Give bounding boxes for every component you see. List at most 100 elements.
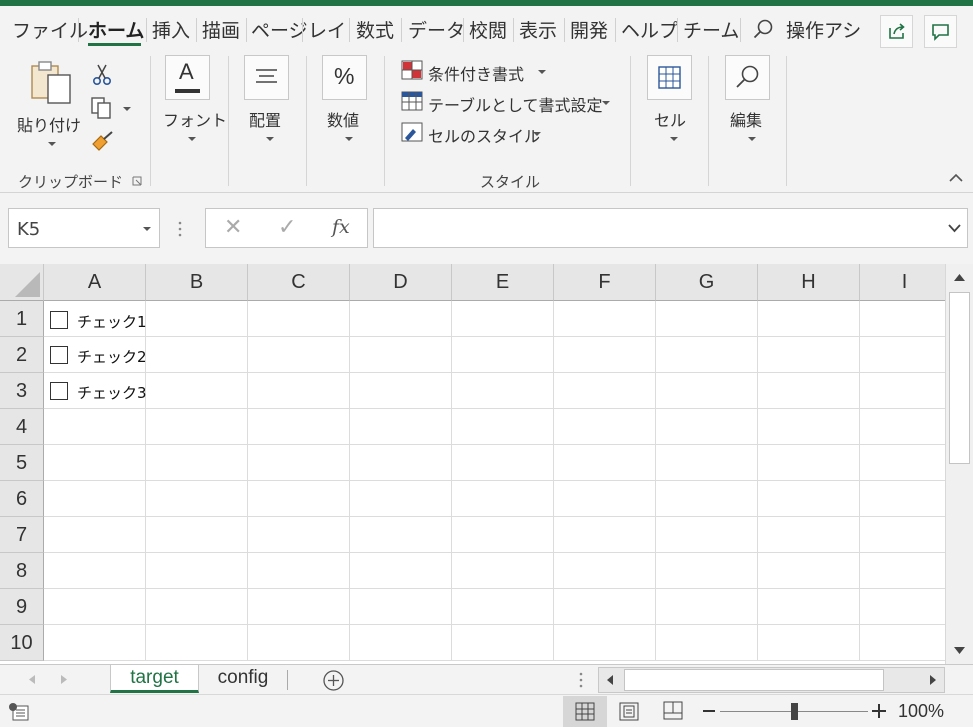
cell[interactable] — [860, 445, 945, 481]
cell[interactable] — [860, 301, 945, 337]
column-header[interactable]: B — [146, 264, 248, 301]
number-dropdown-caret[interactable] — [345, 137, 353, 141]
cell[interactable] — [146, 481, 248, 517]
cell[interactable] — [350, 445, 452, 481]
cell[interactable] — [452, 553, 554, 589]
cell[interactable] — [758, 589, 860, 625]
column-header[interactable]: G — [656, 264, 758, 301]
row-header[interactable]: 2 — [0, 337, 44, 373]
normal-view-button[interactable] — [563, 696, 607, 727]
checkbox-box[interactable] — [50, 346, 68, 364]
column-header[interactable]: I — [860, 264, 945, 301]
cell-styles-caret[interactable] — [533, 132, 541, 136]
paste-dropdown-caret[interactable] — [48, 142, 56, 146]
cell[interactable] — [350, 553, 452, 589]
editing-label[interactable]: 編集 — [730, 107, 762, 131]
row-header[interactable]: 1 — [0, 301, 44, 337]
cell[interactable] — [554, 409, 656, 445]
cell[interactable] — [350, 301, 452, 337]
cell[interactable] — [452, 517, 554, 553]
cell[interactable] — [758, 481, 860, 517]
page-break-view-button[interactable] — [651, 696, 695, 727]
cell[interactable] — [452, 301, 554, 337]
paste-icon[interactable] — [28, 58, 76, 108]
tell-me-box[interactable]: 操作アシ — [786, 16, 860, 43]
macro-recording-icon[interactable] — [8, 702, 30, 722]
scroll-sheets-left-icon[interactable] — [28, 674, 36, 685]
row-header[interactable]: 4 — [0, 409, 44, 445]
number-label[interactable]: 数値 — [327, 107, 359, 131]
cell[interactable] — [860, 589, 945, 625]
tab-draw[interactable]: 描画 — [202, 16, 240, 43]
resize-handle-icon[interactable] — [178, 220, 182, 238]
cell[interactable] — [146, 589, 248, 625]
cell[interactable] — [758, 553, 860, 589]
cell[interactable] — [656, 481, 758, 517]
cell[interactable] — [452, 337, 554, 373]
scroll-right-icon[interactable] — [929, 674, 937, 686]
scroll-down-icon[interactable] — [953, 646, 966, 655]
cell[interactable] — [554, 589, 656, 625]
cell[interactable] — [758, 373, 860, 409]
paste-button-label[interactable]: 貼り付け — [17, 112, 81, 136]
horizontal-scroll-thumb[interactable] — [624, 669, 884, 691]
column-header[interactable]: A — [44, 264, 146, 301]
cell[interactable] — [758, 409, 860, 445]
cell[interactable] — [146, 625, 248, 661]
alignment-label[interactable]: 配置 — [249, 107, 281, 131]
horizontal-scrollbar[interactable] — [598, 667, 945, 693]
column-header[interactable]: C — [248, 264, 350, 301]
tab-developer[interactable]: 開発 — [570, 16, 608, 43]
cell[interactable] — [44, 517, 146, 553]
cell[interactable] — [350, 481, 452, 517]
cell[interactable] — [758, 337, 860, 373]
column-header[interactable]: H — [758, 264, 860, 301]
copy-icon[interactable] — [90, 96, 114, 120]
cell[interactable] — [350, 337, 452, 373]
cell-styles-button[interactable]: セルのスタイル — [428, 123, 540, 147]
zoom-in-icon[interactable] — [872, 704, 886, 718]
cell[interactable] — [350, 517, 452, 553]
chevron-down-icon[interactable] — [143, 227, 151, 231]
cell[interactable] — [656, 301, 758, 337]
cell[interactable] — [44, 625, 146, 661]
cell[interactable] — [554, 553, 656, 589]
dialog-launcher-icon[interactable] — [132, 176, 142, 186]
font-button[interactable]: A — [165, 55, 210, 100]
cell[interactable] — [656, 553, 758, 589]
cell[interactable] — [248, 625, 350, 661]
tab-page-layout[interactable]: ページ — [251, 16, 308, 43]
cell[interactable] — [656, 445, 758, 481]
cell[interactable] — [452, 481, 554, 517]
cell[interactable] — [554, 337, 656, 373]
format-as-table-button[interactable]: テーブルとして書式設定 — [428, 92, 603, 116]
cell[interactable] — [656, 373, 758, 409]
cell[interactable] — [656, 625, 758, 661]
cell[interactable] — [860, 337, 945, 373]
name-box[interactable]: K5 — [8, 208, 160, 248]
tab-split-handle-icon[interactable] — [579, 671, 583, 689]
column-header[interactable]: D — [350, 264, 452, 301]
column-header[interactable]: F — [554, 264, 656, 301]
font-dropdown-caret[interactable] — [188, 137, 196, 141]
cell[interactable] — [44, 481, 146, 517]
cell[interactable] — [758, 301, 860, 337]
collapse-ribbon-icon[interactable] — [948, 172, 964, 184]
cell[interactable] — [656, 589, 758, 625]
row-header[interactable]: 8 — [0, 553, 44, 589]
cell[interactable] — [860, 481, 945, 517]
tab-insert[interactable]: 挿入 — [152, 16, 190, 43]
column-header[interactable]: E — [452, 264, 554, 301]
cell[interactable] — [758, 445, 860, 481]
cell[interactable] — [248, 589, 350, 625]
cell[interactable] — [350, 373, 452, 409]
row-header[interactable]: 5 — [0, 445, 44, 481]
tab-layout[interactable]: レイ — [308, 16, 346, 43]
cell[interactable] — [452, 625, 554, 661]
row-header[interactable]: 3 — [0, 373, 44, 409]
cell[interactable] — [758, 517, 860, 553]
cell[interactable] — [860, 625, 945, 661]
cell[interactable] — [248, 517, 350, 553]
row-header[interactable]: 6 — [0, 481, 44, 517]
conditional-formatting-caret[interactable] — [538, 70, 546, 74]
